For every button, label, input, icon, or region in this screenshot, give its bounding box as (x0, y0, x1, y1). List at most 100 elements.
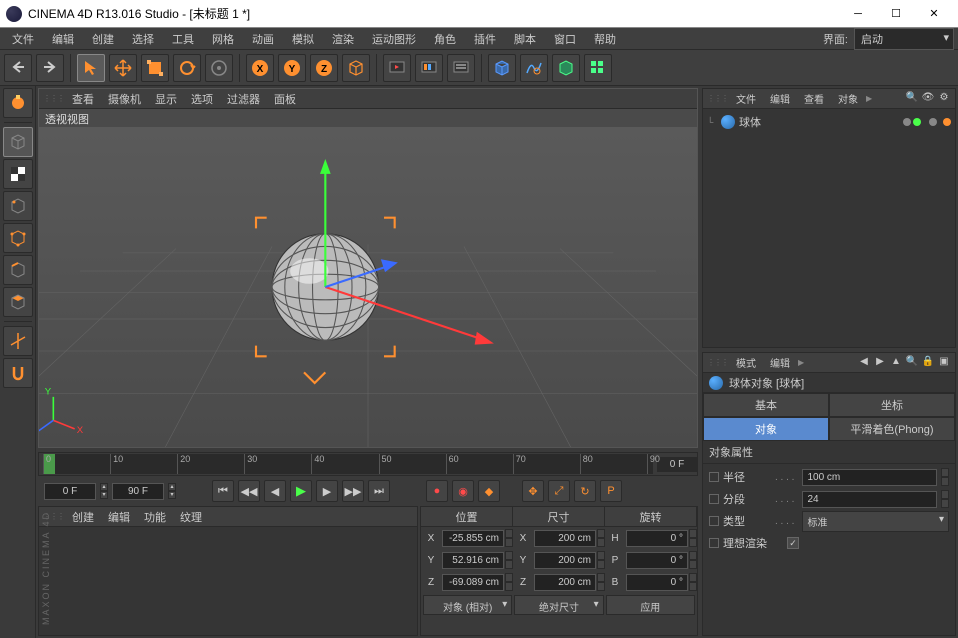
new-window-icon[interactable]: ▣ (937, 356, 951, 370)
spinner[interactable] (941, 468, 949, 486)
nurbs-button[interactable] (552, 54, 580, 82)
menu-window[interactable]: 窗口 (546, 29, 584, 49)
snap-button[interactable] (3, 358, 33, 388)
coord-rel-dropdown[interactable]: 对象 (相对) (423, 595, 512, 615)
poly-mode-button[interactable] (3, 287, 33, 317)
key-scale-button[interactable]: ⤢ (548, 480, 570, 502)
tree-row-sphere[interactable]: └ 球体 (707, 113, 951, 131)
go-start-button[interactable]: ⏮ (212, 480, 234, 502)
attr-tab-coord[interactable]: 坐标 (829, 393, 955, 417)
point-mode-button[interactable] (3, 223, 33, 253)
menu-render[interactable]: 渲染 (324, 29, 362, 49)
attr-menu-edit[interactable]: 编辑 (764, 353, 796, 372)
pos-x-field[interactable]: -25.855 cm (442, 530, 504, 547)
menu-select[interactable]: 选择 (124, 29, 162, 49)
select-tool[interactable] (77, 54, 105, 82)
model-mode-button[interactable] (3, 127, 33, 157)
record-button[interactable]: ● (426, 480, 448, 502)
next-frame-button[interactable]: ▶ (316, 480, 338, 502)
menu-script[interactable]: 脚本 (506, 29, 544, 49)
search-icon[interactable]: 🔍 (905, 92, 919, 106)
coord-apply-button[interactable]: 应用 (606, 595, 695, 615)
attr-tab-object[interactable]: 对象 (703, 417, 829, 441)
key-param-button[interactable]: P (600, 480, 622, 502)
grip-icon[interactable]: ⋮⋮⋮ (43, 94, 64, 103)
menu-mesh[interactable]: 网格 (204, 29, 242, 49)
pos-z-field[interactable]: -69.089 cm (442, 574, 504, 591)
attr-tab-basic[interactable]: 基本 (703, 393, 829, 417)
radius-anim-checkbox[interactable] (709, 472, 719, 482)
vp-menu-camera[interactable]: 摄像机 (102, 89, 147, 109)
viewport-3d[interactable]: Y X Z (39, 127, 697, 447)
start-frame-field[interactable]: 0 F (44, 483, 96, 500)
spinner[interactable] (941, 490, 949, 508)
menu-edit[interactable]: 编辑 (44, 29, 82, 49)
spinner[interactable] (505, 573, 513, 591)
edge-mode-button[interactable] (3, 255, 33, 285)
render-dot[interactable] (913, 118, 921, 126)
nav-up-icon[interactable]: ▲ (889, 356, 903, 370)
workplane-mode-button[interactable] (3, 191, 33, 221)
autokey-button[interactable]: ◉ (452, 480, 474, 502)
primitive-button[interactable] (488, 54, 516, 82)
type-anim-checkbox[interactable] (709, 516, 719, 526)
undo-button[interactable] (4, 54, 32, 82)
prev-key-button[interactable]: ◀◀ (238, 480, 260, 502)
nav-fwd-icon[interactable]: ▶ (873, 356, 887, 370)
scale-tool[interactable] (141, 54, 169, 82)
attr-menu-mode[interactable]: 模式 (730, 353, 762, 372)
texture-mode-button[interactable] (3, 159, 33, 189)
menu-plugins[interactable]: 插件 (466, 29, 504, 49)
search-icon[interactable]: 🔍 (905, 356, 919, 370)
tree-item-label[interactable]: 球体 (739, 114, 761, 130)
size-z-field[interactable]: 200 cm (534, 574, 596, 591)
mat-menu-edit[interactable]: 编辑 (102, 507, 136, 527)
spinner[interactable] (597, 551, 605, 569)
menu-help[interactable]: 帮助 (586, 29, 624, 49)
phong-tag-icon[interactable] (943, 118, 951, 126)
menu-character[interactable]: 角色 (426, 29, 464, 49)
axis-z-button[interactable]: Z (310, 54, 338, 82)
vp-menu-display[interactable]: 显示 (149, 89, 183, 109)
obj-menu-file[interactable]: 文件 (730, 89, 762, 108)
menu-create[interactable]: 创建 (84, 29, 122, 49)
maximize-button[interactable]: ☐ (878, 3, 914, 25)
axis-y-button[interactable]: Y (278, 54, 306, 82)
move-tool[interactable] (109, 54, 137, 82)
spinner[interactable] (505, 551, 513, 569)
close-button[interactable]: ✕ (916, 3, 952, 25)
render-settings-button[interactable] (447, 54, 475, 82)
materials-body[interactable] (39, 527, 417, 635)
spline-button[interactable] (520, 54, 548, 82)
redo-button[interactable] (36, 54, 64, 82)
obj-menu-view[interactable]: 查看 (798, 89, 830, 108)
rot-p-field[interactable]: 0 ° (626, 552, 688, 569)
rot-b-field[interactable]: 0 ° (626, 574, 688, 591)
radius-field[interactable]: 100 cm (802, 469, 937, 486)
vp-menu-options[interactable]: 选项 (185, 89, 219, 109)
spinner[interactable] (597, 529, 605, 547)
spinner[interactable] (689, 551, 697, 569)
type-dropdown[interactable]: 标准 (802, 511, 949, 532)
timeline-ruler[interactable]: 0 10 20 30 40 50 60 70 80 90 0 F (38, 452, 698, 476)
menu-file[interactable]: 文件 (4, 29, 42, 49)
rotate-tool[interactable] (173, 54, 201, 82)
layout-dropdown[interactable]: 启动 (854, 28, 954, 50)
vp-menu-panel[interactable]: 面板 (268, 89, 302, 109)
last-tool[interactable] (205, 54, 233, 82)
expand-icon[interactable]: └ (707, 117, 717, 127)
next-key-button[interactable]: ▶▶ (342, 480, 364, 502)
end-spinner[interactable]: ▴▾ (168, 483, 176, 499)
pos-y-field[interactable]: 52.916 cm (442, 552, 504, 569)
render-active-button[interactable] (415, 54, 443, 82)
menu-simulate[interactable]: 模拟 (284, 29, 322, 49)
menu-animation[interactable]: 动画 (244, 29, 282, 49)
mat-menu-func[interactable]: 功能 (138, 507, 172, 527)
seg-anim-checkbox[interactable] (709, 494, 719, 504)
lock-icon[interactable]: 🔒 (921, 356, 935, 370)
menu-tools[interactable]: 工具 (164, 29, 202, 49)
grip-icon[interactable]: ⋮⋮⋮ (707, 358, 728, 367)
size-y-field[interactable]: 200 cm (534, 552, 596, 569)
dot[interactable] (929, 118, 937, 126)
menu-mograph[interactable]: 运动图形 (364, 29, 424, 49)
